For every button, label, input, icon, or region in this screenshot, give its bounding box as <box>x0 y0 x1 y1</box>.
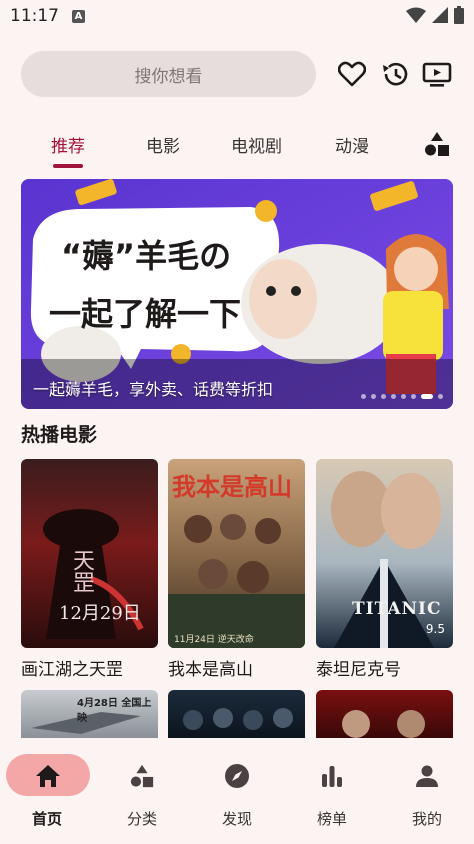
nav-label: 分类 <box>126 810 157 828</box>
promo-banner[interactable]: “薅”羊毛の 一起了解一下 一起薅羊毛，享外卖、话费等折扣 <box>21 179 453 409</box>
nav-label: 榜单 <box>316 810 347 828</box>
poster-artwork <box>183 708 293 730</box>
poster-artwork <box>342 710 425 738</box>
notification-icon: A <box>72 10 85 23</box>
movie-title: 泰坦尼克号 <box>316 660 401 680</box>
poster-title-art: TITANIC <box>352 599 442 619</box>
movie-title: 我本是高山 <box>168 660 253 680</box>
poster-release: 11月24日 逆天改命 <box>174 635 254 645</box>
nav-profile[interactable]: 我的 <box>380 738 474 838</box>
carousel-indicator <box>361 394 443 399</box>
movie-title: 画江湖之天罡 <box>21 660 123 680</box>
tab-tv-series[interactable]: 电视剧 <box>231 132 282 157</box>
nav-label: 我的 <box>411 810 442 828</box>
rating-badge: 9.5 <box>425 622 445 636</box>
movie-poster[interactable]: 12月29日 天罡 <box>21 459 158 648</box>
movie-card[interactable]: 12月29日 天罡 画江湖之天罡 <box>21 459 158 680</box>
poster-title-art: 天罡 <box>69 549 94 593</box>
tv-icon[interactable] <box>421 58 453 90</box>
carousel-dot <box>391 394 396 399</box>
movie-card[interactable]: TITANIC 9.5 泰坦尼克号 <box>316 459 453 680</box>
movie-poster[interactable]: 我本是高山 11月24日 逆天改命 <box>168 459 305 648</box>
wifi-icon <box>406 7 426 23</box>
carousel-dot <box>401 394 406 399</box>
carousel-dot-active <box>421 394 433 399</box>
movie-poster[interactable]: TITANIC 9.5 <box>316 459 453 648</box>
search-placeholder: 搜你想看 <box>134 66 203 87</box>
carousel-dot <box>438 394 443 399</box>
compass-icon <box>223 762 251 790</box>
history-icon[interactable] <box>379 58 411 90</box>
poster-date: 12月29日 <box>59 603 141 624</box>
movie-poster[interactable] <box>168 690 305 738</box>
movie-card[interactable]: 我本是高山 11月24日 逆天改命 我本是高山 <box>168 459 305 680</box>
carousel-dot <box>381 394 386 399</box>
hot-movies-title: 热播电影 <box>21 424 98 446</box>
banner-caption: 一起薅羊毛，享外卖、话费等折扣 <box>33 380 274 399</box>
battery-icon <box>454 6 464 24</box>
poster-release: 4月28日 全国上映 <box>77 698 152 724</box>
status-bar: 11:17 A <box>0 0 474 34</box>
nav-discover[interactable]: 发现 <box>190 738 284 838</box>
person-icon <box>413 762 441 790</box>
poster-title-art: 我本是高山 <box>172 472 292 501</box>
poster-artwork <box>331 471 441 648</box>
banner-headline-1: “薅”羊毛の <box>61 237 232 275</box>
nav-label: 发现 <box>221 810 252 828</box>
status-time: 11:17 <box>10 6 59 26</box>
signal-icon <box>432 7 448 23</box>
all-categories-icon[interactable] <box>423 130 451 162</box>
nav-rankings[interactable]: 榜单 <box>285 738 379 838</box>
movie-poster[interactable] <box>316 690 453 738</box>
movie-poster[interactable]: 4月28日 全国上映 <box>21 690 158 738</box>
carousel-dot <box>361 394 366 399</box>
carousel-dot <box>371 394 376 399</box>
carousel-dot <box>411 394 416 399</box>
tab-movies[interactable]: 电影 <box>146 132 180 157</box>
nav-label: 首页 <box>31 810 62 828</box>
category-icon <box>128 762 156 790</box>
heart-icon[interactable] <box>336 58 368 90</box>
tab-recommended[interactable]: 推荐 <box>51 132 85 157</box>
search-input[interactable]: 搜你想看 <box>21 51 316 97</box>
nav-home[interactable]: 首页 <box>0 738 94 838</box>
banner-headline-2: 一起了解一下 <box>49 295 242 333</box>
home-icon <box>34 762 62 790</box>
nav-category[interactable]: 分类 <box>95 738 189 838</box>
tab-anime[interactable]: 动漫 <box>335 132 369 157</box>
bottom-navigation: 首页 分类 发现 榜单 我的 <box>0 738 474 844</box>
tab-indicator <box>53 164 83 168</box>
chart-icon <box>318 762 346 790</box>
